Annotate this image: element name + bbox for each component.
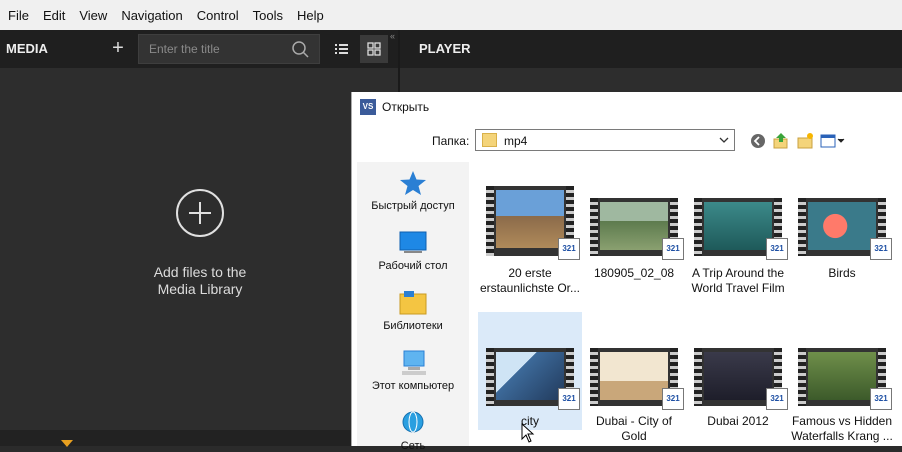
place-this-pc[interactable]: Этот компьютер	[357, 350, 469, 392]
video-thumbnail: 321	[694, 348, 788, 410]
menu-control[interactable]: Control	[197, 8, 239, 23]
add-media-button[interactable]: +	[108, 35, 128, 63]
chevron-down-icon[interactable]	[718, 133, 730, 147]
grid-view-icon[interactable]	[360, 35, 388, 63]
file-item[interactable]: 321 180905_02_08	[582, 182, 686, 292]
file-type-badge: 321	[558, 388, 580, 410]
file-item[interactable]: 321 Famous vs Hidden Waterfalls Krang ...	[790, 312, 902, 443]
places-sidebar: Быстрый доступ Рабочий стол Библиотеки Э…	[357, 162, 469, 452]
media-search-box	[138, 34, 320, 64]
menu-navigation[interactable]: Navigation	[121, 8, 182, 23]
file-type-badge: 321	[870, 388, 892, 410]
file-list: 321 20 erste erstaunlichste Or... 321 180…	[474, 162, 902, 446]
computer-icon	[402, 350, 426, 375]
file-item[interactable]: 321 Dubai 2012	[686, 312, 790, 430]
app-icon: VS	[360, 99, 376, 115]
menu-edit[interactable]: Edit	[43, 8, 65, 23]
video-thumbnail: 321	[798, 198, 892, 260]
up-folder-icon[interactable]	[772, 132, 790, 150]
folder-icon	[482, 133, 497, 147]
search-input[interactable]	[139, 35, 287, 63]
video-thumbnail: 321	[486, 186, 580, 260]
add-files-icon[interactable]	[176, 189, 224, 237]
file-item-selected[interactable]: 321 city	[478, 312, 582, 430]
file-type-badge: 321	[870, 238, 892, 260]
file-name: A Trip Around the World Travel Film	[691, 266, 785, 295]
file-item[interactable]: 321 Dubai - City of Gold	[582, 312, 686, 443]
file-type-badge: 321	[662, 238, 684, 260]
mouse-cursor-icon	[521, 423, 535, 443]
file-name: 20 erste erstaunlichste Or...	[479, 266, 581, 295]
menu-file[interactable]: File	[8, 8, 29, 23]
star-icon	[400, 171, 426, 195]
search-icon[interactable]	[291, 40, 311, 60]
video-thumbnail: 321	[486, 348, 580, 410]
place-label: Этот компьютер	[371, 380, 455, 392]
open-file-dialog: VS Открыть Папка: mp4 Быстрый доступ Раб…	[351, 92, 902, 452]
place-quick-access[interactable]: Быстрый доступ	[357, 170, 469, 212]
file-type-badge: 321	[766, 238, 788, 260]
file-name: Famous vs Hidden Waterfalls Krang ...	[791, 414, 893, 443]
media-panel-title: MEDIA	[6, 41, 48, 56]
menu-bar: File Edit View Navigation Control Tools …	[0, 0, 902, 30]
empty-message-line1: Add files to the	[153, 264, 247, 280]
place-libraries[interactable]: Библиотеки	[357, 290, 469, 332]
file-name: Birds	[828, 266, 856, 280]
file-name: 180905_02_08	[593, 266, 675, 280]
folder-label: Папка:	[432, 134, 470, 148]
place-label: Библиотеки	[383, 320, 443, 332]
player-area	[400, 68, 902, 92]
file-name: Dubai 2012	[707, 414, 769, 428]
back-icon[interactable]	[749, 132, 767, 150]
network-icon	[402, 411, 424, 433]
file-type-badge: 321	[766, 388, 788, 410]
file-item[interactable]: 321 A Trip Around the World Travel Film	[686, 182, 790, 295]
collapse-panel-icon[interactable]: «	[390, 31, 395, 41]
video-thumbnail: 321	[798, 348, 892, 410]
file-item[interactable]: 321 Birds	[790, 182, 902, 292]
place-label: Сеть	[400, 440, 426, 452]
dialog-title: Открыть	[382, 100, 430, 114]
menu-tools[interactable]: Tools	[253, 8, 283, 23]
folder-value: mp4	[504, 134, 528, 148]
media-toolbar: MEDIA + « PLAYER	[0, 30, 902, 68]
video-thumbnail: 321	[590, 198, 684, 260]
library-icon	[399, 291, 427, 315]
new-folder-icon[interactable]	[796, 132, 814, 150]
player-panel-title: PLAYER	[419, 41, 471, 56]
place-label: Быстрый доступ	[371, 200, 455, 212]
file-item[interactable]: 321 20 erste erstaunlichste Or...	[478, 182, 582, 295]
empty-message-line2: Media Library	[157, 281, 243, 297]
file-name: Dubai - City of Gold	[595, 414, 673, 443]
empty-library-message: Add files to the Media Library	[120, 264, 280, 298]
file-type-badge: 321	[558, 238, 580, 260]
video-thumbnail: 321	[694, 198, 788, 260]
menu-view[interactable]: View	[79, 8, 107, 23]
video-thumbnail: 321	[590, 348, 684, 410]
place-desktop[interactable]: Рабочий стол	[357, 230, 469, 272]
media-library-panel	[0, 68, 398, 430]
list-view-icon[interactable]	[328, 35, 354, 63]
file-type-badge: 321	[662, 388, 684, 410]
timeline-bar	[0, 430, 398, 447]
menu-help[interactable]: Help	[297, 8, 324, 23]
view-menu-icon[interactable]	[819, 132, 845, 150]
place-label: Рабочий стол	[378, 260, 448, 272]
folder-select[interactable]: mp4	[475, 129, 735, 151]
desktop-icon	[399, 231, 427, 253]
